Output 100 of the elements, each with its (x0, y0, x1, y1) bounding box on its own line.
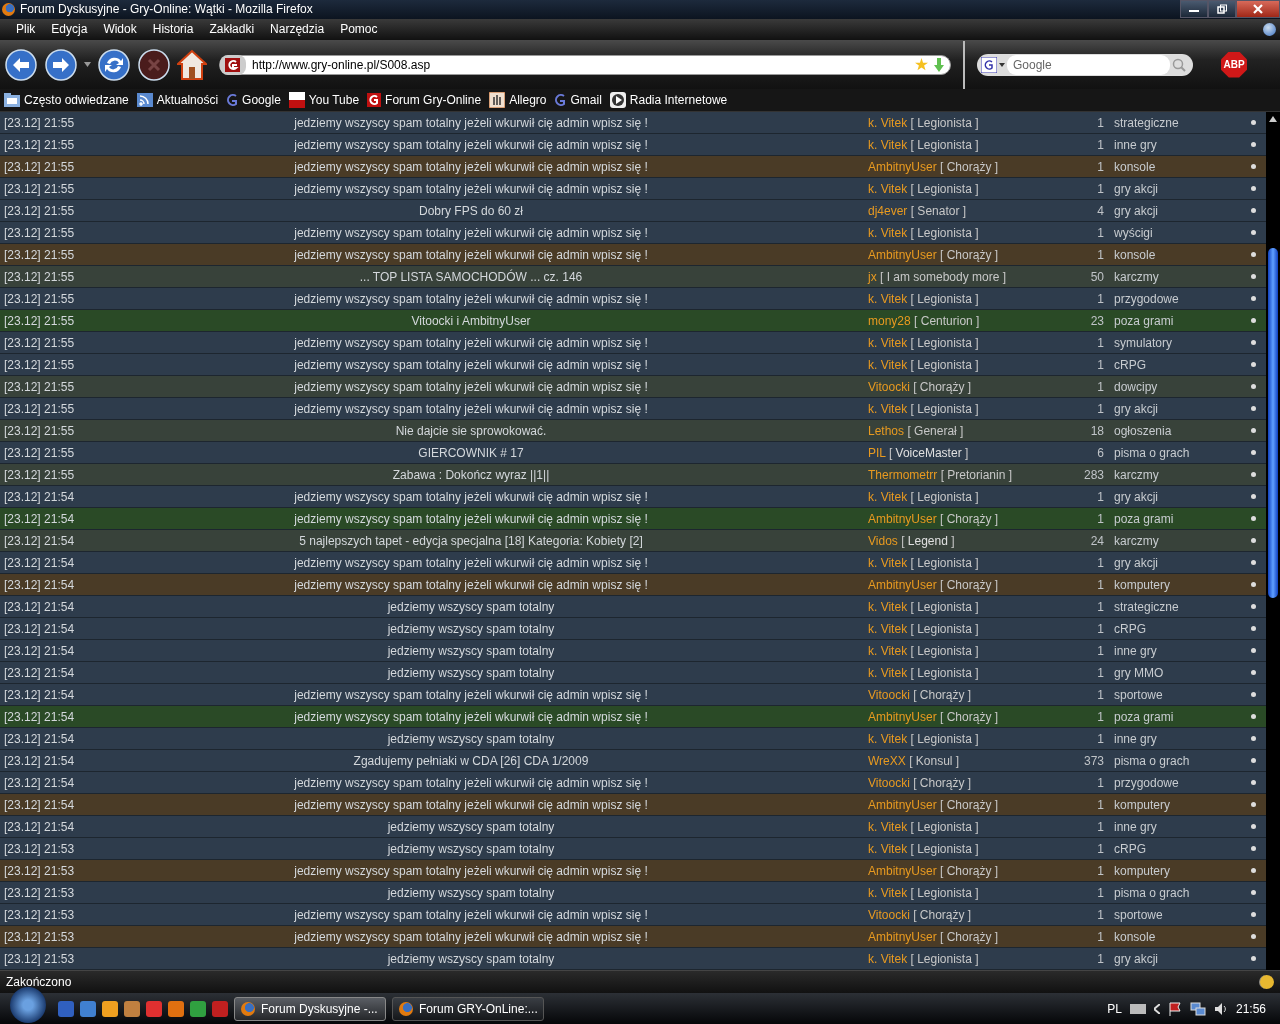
thread-title[interactable]: jedziemy wszyscy spam totalny (170, 885, 772, 900)
thread-title[interactable]: jedziemy wszyscy spam totalny jeżeli wkurwił cię admin wpisz się ! (170, 335, 772, 350)
thread-title[interactable]: jedziemy wszyscy spam totalny jeżeli wkurwił cię admin wpisz się ! (170, 115, 772, 130)
menu-item[interactable]: Narzędzia (262, 22, 333, 37)
thread-row[interactable]: [23.12] 21:54 5 najlepszych tapet - edycja specjalna [18] Kategoria: Kobiety [2] Vidos [ Legend ] 24 karczmy (0, 530, 1266, 553)
menu-item[interactable]: Historia (144, 22, 202, 37)
thread-title[interactable]: jedziemy wszyscy spam totalny (170, 643, 772, 658)
thread-row[interactable]: [23.12] 21:54 jedziemy wszyscy spam totalny k. Vitek [ Legionista ] 1 cRPG (0, 618, 1266, 641)
thread-row[interactable]: [23.12] 21:55 jedziemy wszyscy spam totalny jeżeli wkurwił cię admin wpisz się ! k. Vitek [ Legionista ] 1 cRPG (0, 354, 1266, 377)
thread-row[interactable]: [23.12] 21:53 jedziemy wszyscy spam totalny jeżeli wkurwił cię admin wpisz się ! AmbitnyUser [ Chorąży ] 1 komputery (0, 860, 1266, 883)
thread-row[interactable]: [23.12] 21:54 jedziemy wszyscy spam totalny jeżeli wkurwił cię admin wpisz się ! Vitoocki [ Chorąży ] 1 sportowe (0, 684, 1266, 707)
app-icon[interactable] (146, 1000, 162, 1017)
thread-title[interactable]: jedziemy wszyscy spam totalny (170, 841, 772, 856)
taskbar-button[interactable]: Forum GRY-OnLine:... (392, 996, 544, 1021)
star-icon[interactable] (915, 58, 928, 72)
thread-title[interactable]: Vitoocki i AmbitnyUser (170, 313, 772, 328)
thread-row[interactable]: [23.12] 21:54 jedziemy wszyscy spam totalny jeżeli wkurwił cię admin wpisz się ! AmbitnyUser [ Chorąży ] 1 poza grami (0, 508, 1266, 531)
thread-title[interactable]: Dobry FPS do 60 zł (170, 203, 772, 218)
thread-row[interactable]: [23.12] 21:54 jedziemy wszyscy spam totalny k. Vitek [ Legionista ] 1 inne gry (0, 728, 1266, 751)
reload-button[interactable] (97, 47, 131, 82)
minimize-button[interactable] (1180, 0, 1208, 18)
back-button[interactable] (4, 47, 38, 82)
thread-row[interactable]: [23.12] 21:54 jedziemy wszyscy spam totalny k. Vitek [ Legionista ] 1 inne gry (0, 816, 1266, 839)
thread-row[interactable]: [23.12] 21:55 ... TOP LISTA SAMOCHODÓW ... cz. 146 jx [ I am somebody more ] 50 karczmy (0, 266, 1266, 289)
thread-title[interactable]: jedziemy wszyscy spam totalny (170, 621, 772, 636)
thread-row[interactable]: [23.12] 21:55 jedziemy wszyscy spam totalny jeżeli wkurwił cię admin wpisz się ! Vitoocki [ Chorąży ] 1 dowcipy (0, 376, 1266, 399)
app-icon[interactable] (190, 1000, 206, 1017)
bookmark-link[interactable]: Gmail (554, 92, 602, 109)
menu-item[interactable]: Zakładki (201, 22, 263, 37)
bookmark-link[interactable]: Radia Internetowe (609, 92, 728, 109)
thread-title[interactable]: jedziemy wszyscy spam totalny jeżeli wkurwił cię admin wpisz się ! (170, 797, 772, 812)
thread-title[interactable]: jedziemy wszyscy spam totalny jeżeli wkurwił cię admin wpisz się ! (170, 687, 772, 702)
speaker-icon[interactable] (1213, 1001, 1228, 1016)
thread-row[interactable]: [23.12] 21:55 jedziemy wszyscy spam totalny jeżeli wkurwił cię admin wpisz się ! k. Vitek [ Legionista ] 1 wyścigi (0, 222, 1266, 245)
thread-title[interactable]: jedziemy wszyscy spam totalny (170, 665, 772, 680)
network-icon[interactable] (1189, 1001, 1206, 1016)
thread-title[interactable]: jedziemy wszyscy spam totalny jeżeli wkurwił cię admin wpisz się ! (170, 357, 772, 372)
stop-button[interactable] (137, 47, 171, 82)
taskbar-button[interactable]: Forum Dyskusyjne -... (234, 996, 386, 1021)
thread-row[interactable]: [23.12] 21:55 GIERCOWNIK # 17 PIL [ VoiceMaster ] 6 pisma o grach (0, 442, 1266, 465)
thread-row[interactable]: [23.12] 21:55 jedziemy wszyscy spam totalny jeżeli wkurwił cię admin wpisz się ! k. Vitek [ Legionista ] 1 strategiczne (0, 112, 1266, 135)
menu-item[interactable]: Plik (8, 22, 44, 37)
thread-row[interactable]: [23.12] 21:55 Nie dajcie sie sprowokować. Lethos [ Generał ] 18 ogłoszenia (0, 420, 1266, 443)
language-indicator[interactable]: PL (1107, 1001, 1122, 1016)
menu-item[interactable]: Edycja (43, 22, 96, 37)
thread-row[interactable]: [23.12] 21:55 jedziemy wszyscy spam totalny jeżeli wkurwił cię admin wpisz się ! k. Vitek [ Legionista ] 1 symulatory (0, 332, 1266, 355)
thread-title[interactable]: jedziemy wszyscy spam totalny jeżeli wkurwił cię admin wpisz się ! (170, 577, 772, 592)
menu-item[interactable]: Pomoc (332, 22, 386, 37)
thread-row[interactable]: [23.12] 21:55 jedziemy wszyscy spam totalny jeżeli wkurwił cię admin wpisz się ! k. Vitek [ Legionista ] 1 inne gry (0, 134, 1266, 157)
flag-icon[interactable] (1167, 1001, 1182, 1016)
thread-title[interactable]: jedziemy wszyscy spam totalny jeżeli wkurwił cię admin wpisz się ! (170, 511, 772, 526)
menu-item[interactable]: Widok (95, 22, 145, 37)
chevron-icon[interactable] (1153, 1003, 1160, 1014)
thread-row[interactable]: [23.12] 21:54 Zgadujemy pełniaki w CDA [26] CDA 1/2009 WreXX [ Konsul ] 373 pisma o grach (0, 750, 1266, 773)
thread-row[interactable]: [23.12] 21:54 jedziemy wszyscy spam totalny jeżeli wkurwił cię admin wpisz się ! AmbitnyUser [ Chorąży ] 1 poza grami (0, 706, 1266, 729)
thread-row[interactable]: [23.12] 21:55 jedziemy wszyscy spam totalny jeżeli wkurwił cię admin wpisz się ! k. Vitek [ Legionista ] 1 gry akcji (0, 178, 1266, 201)
thread-row[interactable]: [23.12] 21:54 jedziemy wszyscy spam totalny k. Vitek [ Legionista ] 1 strategiczne (0, 596, 1266, 619)
thread-row[interactable]: [23.12] 21:55 Zabawa : Dokończ wyraz ||1|| Thermometrr [ Pretorianin ] 283 karczmy (0, 464, 1266, 487)
thread-row[interactable]: [23.12] 21:54 jedziemy wszyscy spam totalny jeżeli wkurwił cię admin wpisz się ! AmbitnyUser [ Chorąży ] 1 komputery (0, 574, 1266, 597)
thread-row[interactable]: [23.12] 21:53 jedziemy wszyscy spam totalny jeżeli wkurwił cię admin wpisz się ! Vitoocki [ Chorąży ] 1 sportowe (0, 904, 1266, 927)
thread-title[interactable]: 5 najlepszych tapet - edycja specjalna [18] Kategoria: Kobiety [2] (170, 533, 772, 548)
scrollbar[interactable] (1266, 112, 1280, 971)
thread-row[interactable]: [23.12] 21:53 jedziemy wszyscy spam totalny k. Vitek [ Legionista ] 1 gry akcji (0, 948, 1266, 971)
thread-row[interactable]: [23.12] 21:55 jedziemy wszyscy spam totalny jeżeli wkurwił cię admin wpisz się ! k. Vitek [ Legionista ] 1 przygodowe (0, 288, 1266, 311)
thread-title[interactable]: Zabawa : Dokończ wyraz ||1|| (170, 467, 772, 482)
smiley-icon[interactable] (1259, 975, 1274, 990)
thread-row[interactable]: [23.12] 21:54 jedziemy wszyscy spam totalny jeżeli wkurwił cię admin wpisz się ! Vitoocki [ Chorąży ] 1 przygodowe (0, 772, 1266, 795)
dropdown-icon[interactable] (999, 62, 1005, 67)
thread-row[interactable]: [23.12] 21:53 jedziemy wszyscy spam totalny k. Vitek [ Legionista ] 1 pisma o grach (0, 882, 1266, 905)
thread-row[interactable]: [23.12] 21:55 Vitoocki i AmbitnyUser mony28 [ Centurion ] 23 poza grami (0, 310, 1266, 333)
thread-title[interactable]: jedziemy wszyscy spam totalny jeżeli wkurwił cię admin wpisz się ! (170, 159, 772, 174)
thread-title[interactable]: jedziemy wszyscy spam totalny jeżeli wkurwił cię admin wpisz się ! (170, 401, 772, 416)
thread-row[interactable]: [23.12] 21:53 jedziemy wszyscy spam totalny jeżeli wkurwił cię admin wpisz się ! AmbitnyUser [ Chorąży ] 1 konsole (0, 926, 1266, 949)
thread-row[interactable]: [23.12] 21:53 jedziemy wszyscy spam totalny k. Vitek [ Legionista ] 1 cRPG (0, 838, 1266, 861)
thread-row[interactable]: [23.12] 21:55 jedziemy wszyscy spam totalny jeżeli wkurwił cię admin wpisz się ! AmbitnyUser [ Chorąży ] 1 konsole (0, 244, 1266, 267)
thread-title[interactable]: jedziemy wszyscy spam totalny (170, 731, 772, 746)
thread-row[interactable]: [23.12] 21:54 jedziemy wszyscy spam totalny k. Vitek [ Legionista ] 1 inne gry (0, 640, 1266, 663)
thread-title[interactable]: jedziemy wszyscy spam totalny jeżeli wkurwił cię admin wpisz się ! (170, 775, 772, 790)
app-icon[interactable] (168, 1000, 184, 1017)
thread-row[interactable]: [23.12] 21:54 jedziemy wszyscy spam totalny jeżeli wkurwił cię admin wpisz się ! k. Vitek [ Legionista ] 1 gry akcji (0, 486, 1266, 509)
thread-title[interactable]: jedziemy wszyscy spam totalny (170, 599, 772, 614)
bookmark-link[interactable]: You Tube (288, 92, 360, 109)
thread-title[interactable]: jedziemy wszyscy spam totalny (170, 951, 772, 966)
bookmark-link[interactable]: Aktualności (136, 93, 219, 108)
thread-row[interactable]: [23.12] 21:54 jedziemy wszyscy spam totalny jeżeli wkurwił cię admin wpisz się ! k. Vitek [ Legionista ] 1 gry akcji (0, 552, 1266, 575)
app-icon[interactable] (80, 1000, 96, 1017)
bookmark-link[interactable]: Często odwiedzane (4, 93, 129, 108)
thread-row[interactable]: [23.12] 21:54 jedziemy wszyscy spam totalny jeżeli wkurwił cię admin wpisz się ! AmbitnyUser [ Chorąży ] 1 komputery (0, 794, 1266, 817)
home-button[interactable] (177, 48, 207, 81)
thread-title[interactable]: GIERCOWNIK # 17 (170, 445, 772, 460)
thread-title[interactable]: jedziemy wszyscy spam totalny jeżeli wkurwił cię admin wpisz się ! (170, 181, 772, 196)
thread-title[interactable]: jedziemy wszyscy spam totalny (170, 819, 772, 834)
address-bar[interactable]: http://www.gry-online.pl/S008.asp (219, 54, 951, 75)
thread-title[interactable]: jedziemy wszyscy spam totalny jeżeli wkurwił cię admin wpisz się ! (170, 291, 772, 306)
thread-title[interactable]: jedziemy wszyscy spam totalny jeżeli wkurwił cię admin wpisz się ! (170, 863, 772, 878)
thread-title[interactable]: Nie dajcie sie sprowokować. (170, 423, 772, 438)
thread-title[interactable]: jedziemy wszyscy spam totalny jeżeli wkurwił cię admin wpisz się ! (170, 489, 772, 504)
thread-title[interactable]: jedziemy wszyscy spam totalny jeżeli wkurwił cię admin wpisz się ! (170, 137, 772, 152)
app-icon[interactable] (124, 1000, 140, 1017)
thread-title[interactable]: jedziemy wszyscy spam totalny jeżeli wkurwił cię admin wpisz się ! (170, 247, 772, 262)
